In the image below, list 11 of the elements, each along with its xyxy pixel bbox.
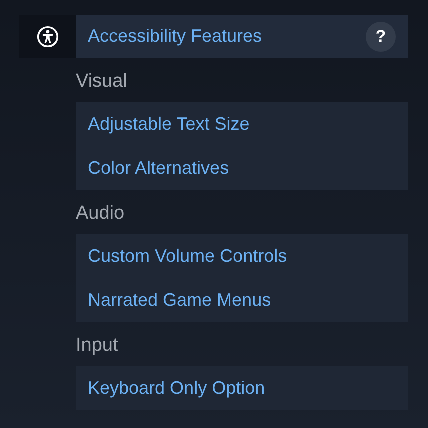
category-heading: Visual xyxy=(76,70,128,94)
feature-item[interactable]: Adjustable Text Size xyxy=(76,102,408,146)
category-heading: Audio xyxy=(76,202,126,226)
section-title: Accessibility Features xyxy=(88,26,262,47)
feature-item[interactable]: Keyboard Only Option xyxy=(76,366,408,410)
category-heading: Input xyxy=(76,334,120,358)
feature-item[interactable]: Custom Volume Controls xyxy=(76,234,408,278)
help-button[interactable]: ? xyxy=(366,22,396,52)
feature-item[interactable]: Color Alternatives xyxy=(76,146,408,190)
accessibility-icon xyxy=(36,26,58,48)
feature-item[interactable]: Narrated Game Menus xyxy=(76,278,408,322)
